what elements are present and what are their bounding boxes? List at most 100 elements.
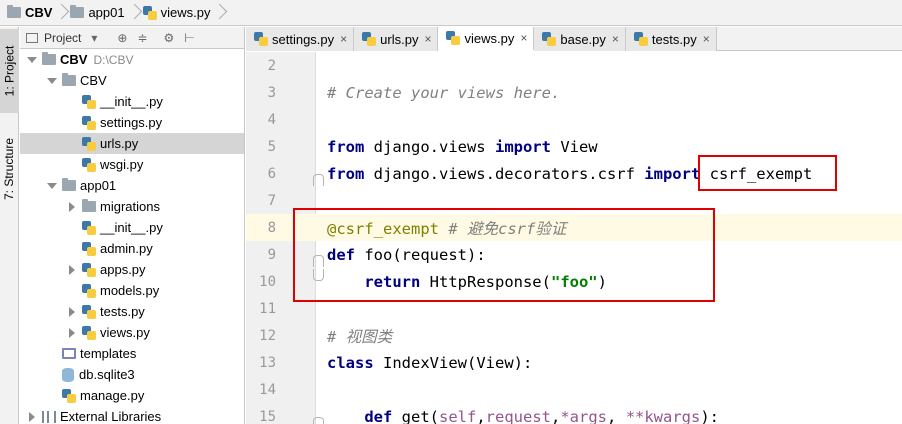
tree-item-label: wsgi.py [100, 157, 144, 172]
python-file-icon [362, 32, 377, 46]
tab-settings-py[interactable]: settings.py × [246, 27, 355, 51]
python-file-icon [82, 94, 96, 109]
code-line[interactable]: 12 # 视图类 [246, 322, 902, 349]
code-token: ): [700, 407, 720, 424]
tree-item[interactable]: views.py [20, 322, 244, 343]
tree-item[interactable]: __init__.py [20, 91, 244, 112]
code-line[interactable]: 15 def get(self,request,*args, **kwargs)… [246, 403, 902, 424]
expand-right-icon[interactable] [66, 201, 78, 213]
collapse-all-icon[interactable]: ≑ [137, 31, 147, 45]
tree-item[interactable]: External Libraries [20, 406, 244, 424]
code-token: get( [392, 407, 439, 424]
code-token: import [494, 137, 551, 156]
tree-item[interactable]: apps.py [20, 259, 244, 280]
breadcrumb-project[interactable]: CBV [4, 2, 55, 24]
code-editor[interactable]: 2 3 # Create your views here. 4 5 from django… [246, 52, 902, 424]
code-line[interactable]: 2 [246, 52, 902, 79]
expand-right-icon[interactable] [26, 411, 38, 423]
breadcrumb-file-label: views.py [160, 5, 211, 20]
close-tab-icon[interactable]: × [703, 32, 710, 46]
tree-item[interactable]: models.py [20, 280, 244, 301]
breadcrumb-folder[interactable]: app01 [67, 2, 127, 24]
tree-item[interactable]: urls.py [20, 133, 244, 154]
line-number: 7 [267, 192, 276, 209]
tree-item-label: migrations [100, 199, 160, 214]
python-file-icon [446, 31, 461, 45]
tree-item[interactable]: app01 [20, 175, 244, 196]
tree-item-label: tests.py [100, 304, 145, 319]
close-tab-icon[interactable]: × [612, 32, 619, 46]
python-file-icon [82, 115, 96, 130]
code-text: # Create your views here. [327, 84, 560, 102]
expand-right-icon[interactable] [66, 327, 78, 339]
tab-structure-tool-window[interactable]: 7: Structure [0, 119, 19, 219]
database-icon [62, 367, 74, 382]
dropdown-arrow-icon[interactable]: ▾ [91, 31, 97, 45]
hide-panel-icon[interactable]: ⊢ [184, 31, 194, 45]
structure-tab-label: 7: Structure [2, 137, 17, 201]
code-token: django.views [364, 137, 495, 156]
expand-down-icon[interactable] [46, 75, 58, 87]
breadcrumb-project-label: CBV [25, 5, 53, 20]
python-file-icon [82, 220, 96, 235]
breadcrumb: CBV app01 views.py [0, 0, 902, 26]
code-line[interactable]: 3 # Create your views here. [246, 79, 902, 106]
code-token: View [550, 137, 598, 156]
tree-item[interactable]: admin.py [20, 238, 244, 259]
tree-item-label: __init__.py [100, 220, 163, 235]
tree-item[interactable]: settings.py [20, 112, 244, 133]
folder-icon [70, 5, 85, 18]
project-view-label[interactable]: Project [44, 31, 81, 45]
expand-down-icon[interactable] [26, 54, 38, 66]
tree-item-label: External Libraries [60, 409, 162, 424]
expand-right-icon[interactable] [66, 264, 78, 276]
tab-tests-py[interactable]: tests.py × [625, 27, 717, 51]
tree-item[interactable]: tests.py [20, 301, 244, 322]
chevron-right-icon [213, 2, 223, 24]
tab-views-py[interactable]: views.py × [438, 27, 535, 51]
code-token: def [364, 407, 393, 424]
tab-project-tool-window[interactable]: 1: Project [0, 29, 19, 113]
tree-item[interactable]: migrations [20, 196, 244, 217]
chevron-right-icon [128, 2, 138, 24]
code-text: from django.views import View [327, 138, 598, 156]
tree-item[interactable]: templates [20, 343, 244, 364]
code-token: , [551, 407, 561, 424]
tab-base-py[interactable]: base.py × [534, 27, 626, 51]
code-line[interactable]: 13 class IndexView(View): [246, 349, 902, 376]
tree-item[interactable]: CBV [20, 70, 244, 91]
close-tab-icon[interactable]: × [340, 32, 347, 46]
line-number: 5 [267, 138, 276, 155]
close-tab-icon[interactable]: × [424, 32, 431, 46]
expand-down-icon[interactable] [46, 180, 58, 192]
line-number: 9 [267, 246, 276, 263]
expand-right-icon[interactable] [66, 306, 78, 318]
tree-item-label: models.py [100, 283, 160, 298]
line-number: 12 [259, 327, 276, 344]
python-file-icon [254, 32, 268, 46]
locate-target-icon[interactable]: ⊕ [117, 31, 127, 45]
code-text: class IndexView(View): [327, 354, 532, 372]
code-line[interactable]: 4 [246, 106, 902, 133]
python-file-icon [633, 32, 648, 46]
breadcrumb-file[interactable]: views.py [140, 2, 214, 24]
code-token: , [476, 407, 486, 424]
tab-urls-py[interactable]: urls.py × [354, 27, 439, 51]
tab-label: settings.py [272, 31, 335, 47]
close-tab-icon[interactable]: × [520, 31, 527, 45]
fold-marker-icon[interactable] [313, 417, 324, 424]
tree-item[interactable]: CBV D:\CBV [20, 49, 244, 70]
gear-icon[interactable]: ⚙ [164, 31, 175, 45]
tree-item[interactable]: db.sqlite3 [20, 364, 244, 385]
tree-item[interactable]: __init__.py [20, 217, 244, 238]
code-token: request [485, 407, 551, 424]
code-line[interactable]: 14 [246, 376, 902, 403]
tree-item-label: urls.py [100, 136, 139, 151]
highlight-decorated-function-box [293, 208, 715, 302]
code-token: class [327, 353, 374, 372]
tree-item[interactable]: manage.py [20, 385, 244, 406]
tree-item[interactable]: wsgi.py [20, 154, 244, 175]
project-panel: Project ▾ ⊕ ≑ ⚙ ⊢ CBV D:\CBV CBV __init__.p… [20, 27, 245, 424]
code-token: **kwargs [625, 407, 701, 424]
fold-marker-icon[interactable] [313, 174, 324, 186]
